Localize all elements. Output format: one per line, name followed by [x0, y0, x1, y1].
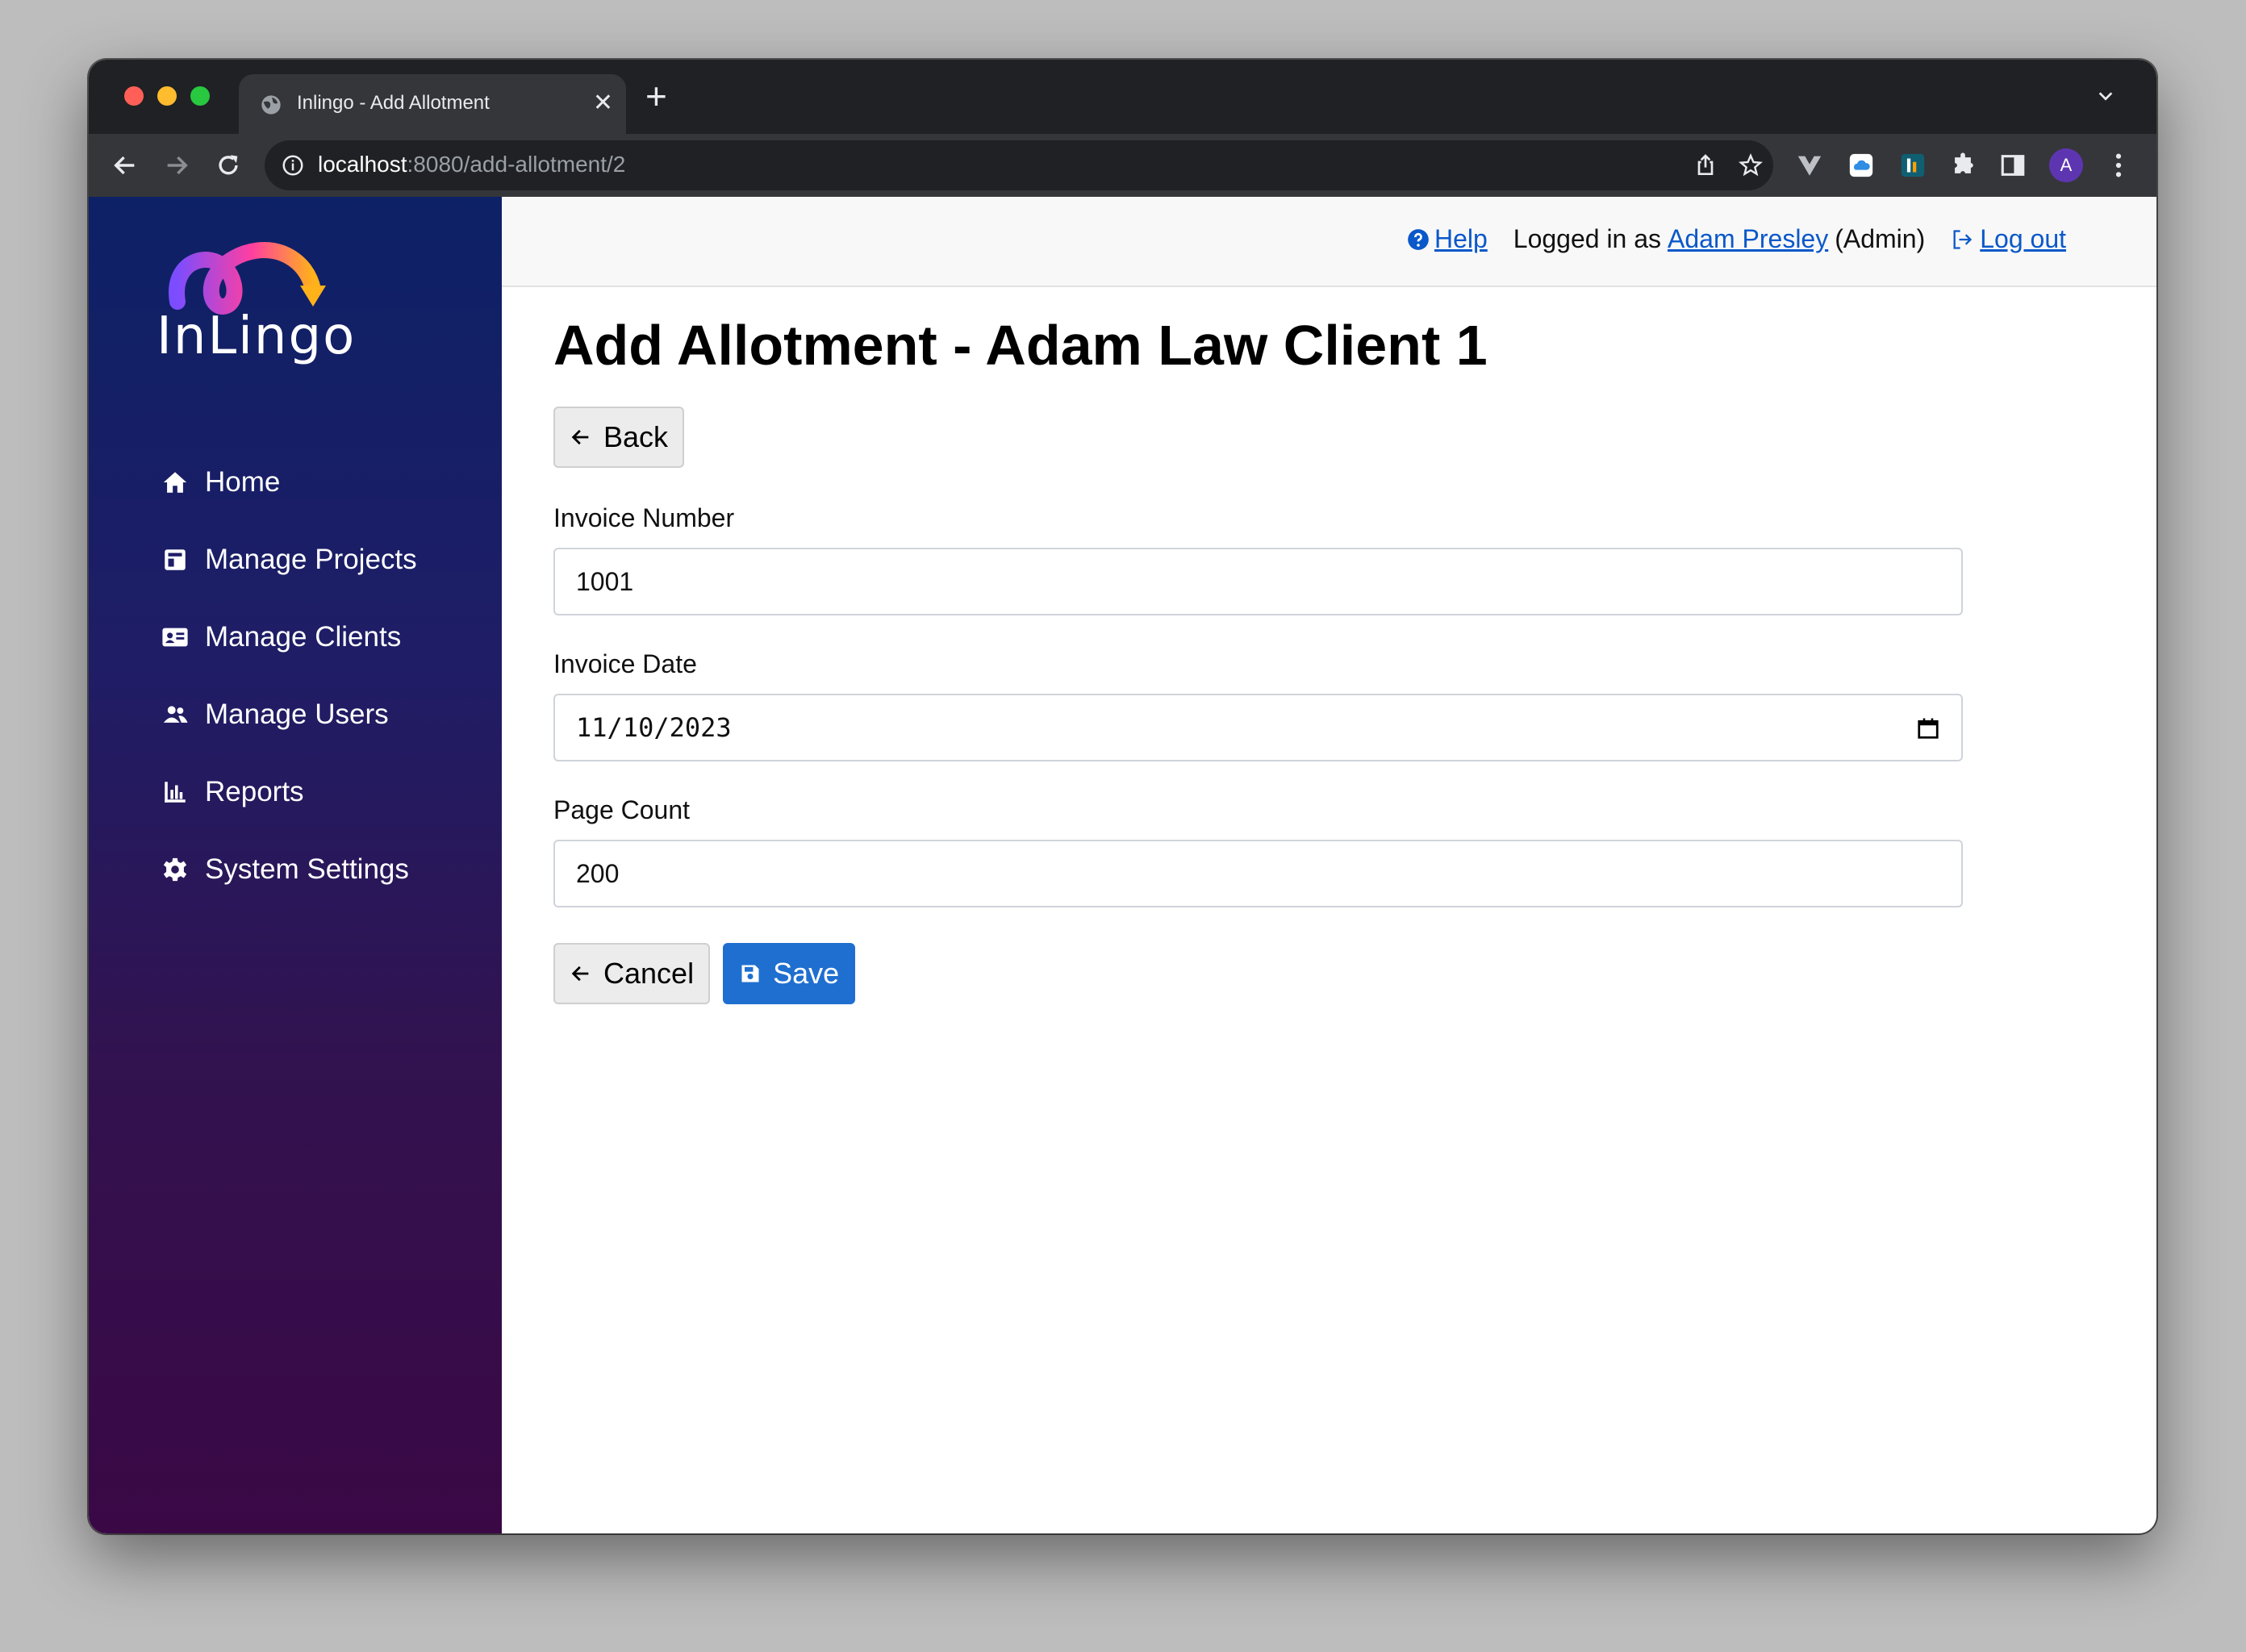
- browser-tab[interactable]: Inlingo - Add Allotment ✕: [239, 74, 626, 134]
- floppy-disk-icon: [741, 965, 759, 982]
- browser-toolbar: localhost:8080/add-allotment/2 A: [89, 134, 2156, 197]
- reload-icon[interactable]: [215, 152, 242, 179]
- sidebar-item-manage-users[interactable]: Manage Users: [89, 676, 502, 753]
- save-button-label: Save: [773, 957, 840, 990]
- sidebar-item-label: Reports: [205, 776, 304, 807]
- sidebar-item-manage-clients[interactable]: Manage Clients: [89, 599, 502, 676]
- forward-arrow-icon[interactable]: [163, 152, 190, 179]
- page-title: Add Allotment - Adam Law Client 1: [553, 314, 1488, 377]
- sidebar-item-reports[interactable]: Reports: [89, 753, 502, 831]
- help-link[interactable]: Help: [1434, 224, 1488, 254]
- users-icon: [163, 706, 188, 723]
- sidebar-item-label: Manage Projects: [205, 544, 417, 575]
- close-tab-icon[interactable]: ✕: [593, 89, 613, 118]
- bookmark-star-icon[interactable]: [1738, 152, 1764, 178]
- web-page: InLingo Home Manage Projects Manage Clie…: [89, 197, 2156, 1533]
- puzzle-extensions-icon[interactable]: [1949, 152, 1977, 179]
- more-menu-icon[interactable]: [2114, 152, 2123, 179]
- sidebar-item-label: Manage Clients: [205, 621, 402, 653]
- globe-icon: [261, 95, 281, 115]
- info-icon[interactable]: [281, 153, 305, 177]
- bar-chart-icon: [165, 782, 186, 803]
- close-window-button[interactable]: [124, 86, 144, 106]
- invoice-date-label: Invoice Date: [553, 649, 697, 678]
- clients-card-icon: [162, 628, 188, 647]
- logout-icon[interactable]: [1951, 228, 1973, 251]
- gear-icon: [163, 857, 187, 882]
- invoice-number-input[interactable]: 1001: [553, 548, 1963, 615]
- page-count-input[interactable]: 200: [553, 840, 1963, 907]
- sidebar-item-manage-projects[interactable]: Manage Projects: [89, 521, 502, 599]
- user-role: (Admin): [1835, 224, 1926, 253]
- projects-icon: [165, 549, 186, 570]
- top-bar: Help Logged in as Adam Presley (Admin) L…: [502, 197, 2156, 287]
- sidebar-item-home[interactable]: Home: [89, 444, 502, 521]
- user-name-link[interactable]: Adam Presley: [1668, 224, 1828, 254]
- side-panel-icon[interactable]: [1999, 152, 2027, 179]
- sidebar-item-system-settings[interactable]: System Settings: [89, 831, 502, 908]
- cancel-button-label: Cancel: [603, 957, 695, 990]
- form-actions: Cancel Save: [553, 943, 2156, 1004]
- help-circle-icon[interactable]: [1407, 228, 1430, 251]
- back-button[interactable]: Back: [553, 407, 685, 468]
- minimize-window-button[interactable]: [157, 86, 177, 106]
- invoice-date-input[interactable]: 11/10/2023: [553, 694, 1963, 761]
- save-button[interactable]: Save: [723, 943, 856, 1004]
- back-button-label: Back: [603, 420, 669, 453]
- home-icon: [163, 472, 187, 493]
- cloud-extension-icon[interactable]: [1847, 152, 1875, 179]
- browser-window: Inlingo - Add Allotment ✕ + localhost:80…: [89, 60, 2156, 1533]
- cancel-button[interactable]: Cancel: [553, 943, 711, 1004]
- sidebar-item-label: System Settings: [205, 853, 409, 885]
- logo-text: InLingo: [157, 307, 357, 366]
- sidebar: InLingo Home Manage Projects Manage Clie…: [89, 197, 502, 1533]
- maximize-window-button[interactable]: [190, 86, 210, 106]
- new-tab-button[interactable]: +: [645, 76, 667, 116]
- invoice-number-value: 1001: [576, 566, 634, 596]
- invoice-number-label: Invoice Number: [553, 503, 735, 532]
- logged-in-label: Logged in as: [1513, 224, 1662, 253]
- tab-title: Inlingo - Add Allotment: [297, 92, 490, 114]
- sidebar-item-label: Home: [205, 466, 281, 498]
- profile-avatar[interactable]: A: [2049, 148, 2083, 182]
- arrow-left-icon: [571, 966, 589, 982]
- back-arrow-icon[interactable]: [111, 152, 139, 179]
- main-content: Add Allotment - Adam Law Client 1 Back I…: [553, 287, 2156, 1004]
- sidebar-nav: Home Manage Projects Manage Clients Mana…: [89, 444, 502, 908]
- page-count-value: 200: [576, 858, 620, 888]
- address-bar[interactable]: localhost:8080/add-allotment/2: [265, 140, 1773, 190]
- arrow-left-icon: [571, 429, 589, 445]
- share-icon[interactable]: [1693, 152, 1718, 178]
- vuejs-extension-icon[interactable]: [1796, 152, 1823, 179]
- app-extension-icon[interactable]: [1899, 152, 1927, 179]
- logout-link[interactable]: Log out: [1980, 224, 2066, 254]
- tab-strip: Inlingo - Add Allotment ✕ +: [89, 60, 2156, 134]
- invoice-date-value: 11/10/2023: [576, 712, 732, 743]
- calendar-icon[interactable]: [1916, 716, 1940, 740]
- page-count-label: Page Count: [553, 795, 691, 824]
- chevron-down-icon[interactable]: [2097, 87, 2114, 105]
- sidebar-item-label: Manage Users: [205, 699, 389, 730]
- url-text[interactable]: localhost:8080/add-allotment/2: [318, 152, 625, 177]
